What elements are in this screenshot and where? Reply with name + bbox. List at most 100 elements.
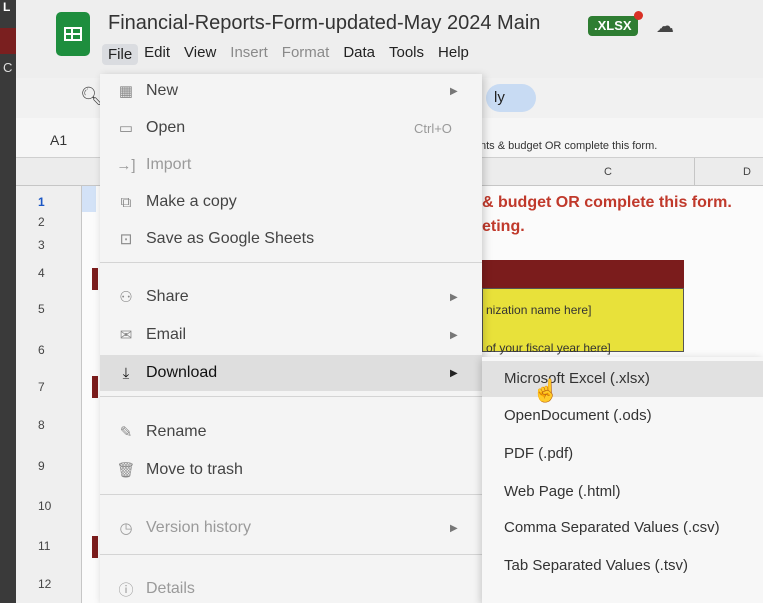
menu-data[interactable]: Data (343, 44, 383, 65)
file-menu: ▦ New ▶ ▭ Open Ctrl+O →] Import ⧉ Make a… (100, 74, 482, 603)
rename-icon: ✎ (119, 424, 133, 441)
column-header-c[interactable]: C (604, 166, 612, 178)
row-header-5[interactable]: 5 (38, 302, 45, 316)
download-ods[interactable]: OpenDocument (.ods) (482, 398, 763, 434)
menu-item-label: Open (146, 119, 186, 136)
menu-item-save-as-sheets[interactable]: ⊡ Save as Google Sheets (100, 222, 482, 256)
menu-item-download[interactable]: ⤓ Download ▶ (100, 355, 482, 391)
row-header-6[interactable]: 6 (38, 343, 45, 357)
fiscal-year-placeholder[interactable]: of your fiscal year here] (486, 341, 611, 355)
menu-help[interactable]: Help (438, 44, 477, 65)
menu-divider (100, 494, 482, 495)
menu-item-label: Make a copy (146, 193, 237, 210)
save-icon: ⊡ (119, 231, 133, 248)
row-header-8[interactable]: 8 (38, 418, 45, 432)
download-pdf[interactable]: PDF (.pdf) (482, 436, 763, 472)
menu-divider (100, 262, 482, 263)
row-marker (92, 268, 98, 290)
email-icon: ✉ (119, 327, 133, 344)
row-header-11[interactable]: 11 (38, 539, 50, 553)
column-divider[interactable] (694, 158, 695, 186)
toolbar-pill-button[interactable]: ly (486, 84, 536, 112)
menu-item-open[interactable]: ▭ Open Ctrl+O (100, 111, 482, 145)
row-header-2[interactable]: 2 (38, 215, 45, 229)
new-icon: ▦ (118, 83, 134, 100)
menu-item-label: Import (146, 156, 192, 173)
row-header-7[interactable]: 7 (38, 380, 45, 394)
menu-item-import[interactable]: →] Import (100, 148, 482, 182)
menu-item-version-history[interactable]: ◷ Version history ▶ (100, 511, 482, 545)
menu-item-new[interactable]: ▦ New ▶ (100, 74, 482, 108)
menu-item-email[interactable]: ✉ Email ▶ (100, 318, 482, 352)
document-title[interactable]: Financial-Reports-Form-updated-May 2024 … (108, 12, 540, 35)
submenu-arrow-icon: ▶ (450, 329, 458, 341)
download-csv[interactable]: Comma Separated Values (.csv) (482, 510, 763, 546)
submenu-arrow-icon: ▶ (450, 367, 458, 379)
instruction-text-line1[interactable]: & budget OR complete this form. (482, 194, 732, 212)
org-name-placeholder[interactable]: nization name here] (486, 303, 591, 317)
row-header-4[interactable]: 4 (38, 266, 45, 280)
menu-item-rename[interactable]: ✎ Rename (100, 415, 482, 449)
history-icon: ◷ (119, 520, 133, 537)
download-submenu: Microsoft Excel (.xlsx) OpenDocument (.o… (482, 357, 763, 603)
name-box[interactable]: A1 (50, 132, 67, 148)
share-icon: ⚇ (119, 289, 133, 306)
menu-bar: File Edit View Insert Format Data Tools … (102, 44, 483, 65)
info-icon: ⓘ (118, 581, 134, 599)
edge-tab-letter: C (3, 60, 13, 75)
copy-icon: ⧉ (120, 193, 132, 211)
trash-icon: 🗑︎ (116, 462, 136, 479)
submenu-arrow-icon: ▶ (450, 522, 458, 534)
menu-item-label: Details (146, 580, 195, 597)
row-marker (92, 376, 98, 398)
menu-file[interactable]: File (102, 44, 139, 65)
menu-tools[interactable]: Tools (389, 44, 432, 65)
row-header-3[interactable]: 3 (38, 238, 45, 252)
download-html[interactable]: Web Page (.html) (482, 474, 763, 510)
menu-item-label: New (146, 82, 179, 99)
menu-item-label: Save as Google Sheets (146, 230, 315, 247)
menu-divider (100, 554, 482, 555)
app-header: Financial-Reports-Form-updated-May 2024 … (16, 0, 763, 78)
menu-item-details[interactable]: ⓘ Details (100, 572, 482, 603)
row-header-12[interactable]: 12 (38, 577, 51, 591)
menu-item-label: Email (146, 326, 187, 343)
menu-item-move-to-trash[interactable]: 🗑︎ Move to trash (100, 453, 482, 487)
menu-insert[interactable]: Insert (230, 44, 276, 65)
file-type-badge: .XLSX (588, 16, 638, 36)
row-marker (92, 536, 98, 558)
formula-content[interactable]: nts & budget OR complete this form. (480, 140, 657, 152)
menu-item-make-copy[interactable]: ⧉ Make a copy (100, 185, 482, 219)
import-icon: →] (116, 156, 136, 174)
row-header-10[interactable]: 10 (38, 499, 51, 513)
edge-tab: C (0, 28, 16, 75)
menu-item-label: Rename (146, 423, 207, 440)
download-icon: ⤓ (122, 364, 130, 382)
submenu-arrow-icon: ▶ (450, 85, 458, 97)
header-cell[interactable] (482, 260, 684, 288)
left-edge: L C (0, 0, 16, 603)
shortcut-label: Ctrl+O (414, 120, 452, 136)
menu-view[interactable]: View (184, 44, 224, 65)
row-header-1[interactable]: 1 (38, 195, 45, 209)
download-xlsx[interactable]: Microsoft Excel (.xlsx) (482, 361, 763, 397)
menu-item-label: Version history (146, 519, 251, 536)
menu-item-label: Share (146, 288, 189, 305)
sheets-logo-icon[interactable] (56, 12, 90, 56)
cloud-status-icon[interactable]: ☁ (656, 16, 674, 37)
menu-item-share[interactable]: ⚇ Share ▶ (100, 280, 482, 314)
menu-item-label: Move to trash (146, 461, 243, 478)
menu-divider (100, 396, 482, 397)
menu-edit[interactable]: Edit (144, 44, 178, 65)
menu-item-label: Download (146, 364, 218, 381)
row-header-9[interactable]: 9 (38, 459, 45, 473)
edge-mark: L (3, 0, 11, 14)
submenu-arrow-icon: ▶ (450, 291, 458, 303)
hand-cursor-icon: ☝ (532, 378, 560, 403)
download-tsv[interactable]: Tab Separated Values (.tsv) (482, 548, 763, 584)
notification-dot (634, 11, 643, 20)
instruction-text-line2[interactable]: eting. (482, 218, 525, 236)
menu-format[interactable]: Format (282, 44, 338, 65)
folder-icon: ▭ (118, 120, 134, 137)
column-header-d[interactable]: D (743, 166, 751, 178)
